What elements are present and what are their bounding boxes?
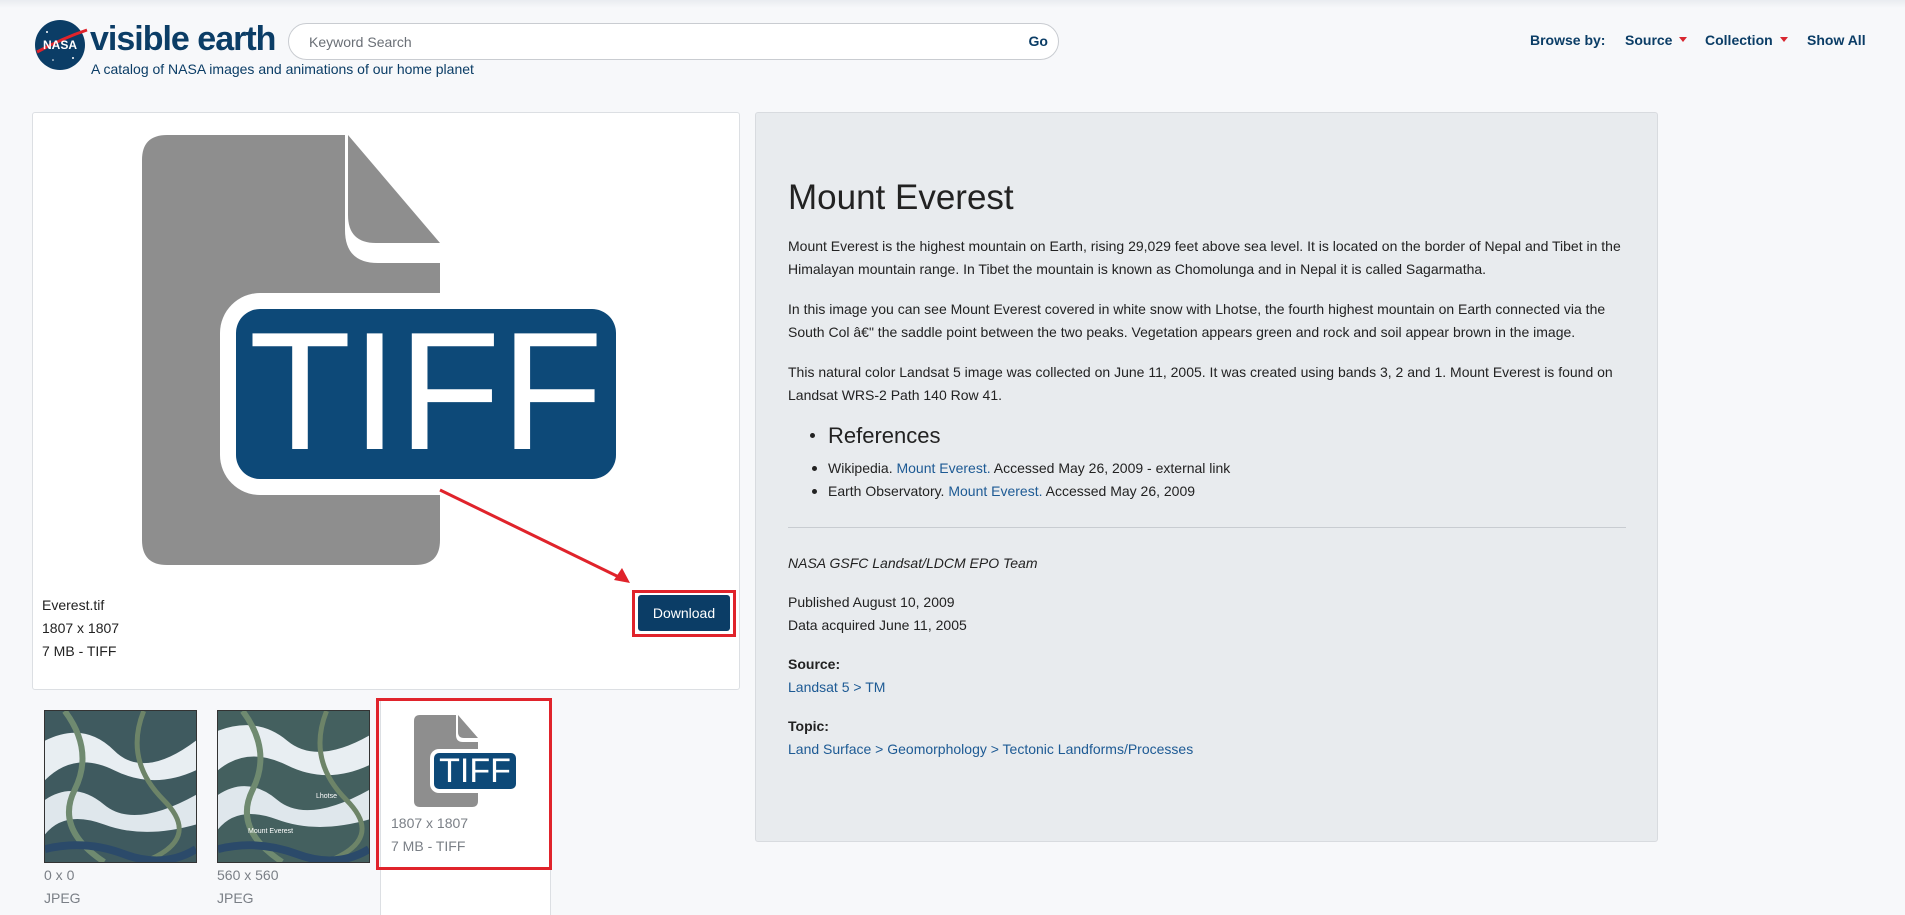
published-date: Published August 10, 2009 bbox=[788, 594, 955, 610]
nav-collection-dropdown[interactable]: Collection bbox=[1705, 32, 1788, 48]
thumbnail-image bbox=[45, 711, 196, 862]
file-dimensions: 1807 x 1807 bbox=[42, 620, 120, 636]
divider bbox=[788, 527, 1626, 528]
acquired-date: Data acquired June 11, 2005 bbox=[788, 617, 967, 633]
bullet-icon bbox=[810, 433, 815, 438]
thumbnail-caption: Mount Everest bbox=[248, 828, 294, 835]
thumbnail-type: JPEG bbox=[44, 890, 81, 906]
nav-show-all-link[interactable]: Show All bbox=[1807, 32, 1866, 48]
topic-label: Topic: bbox=[788, 718, 829, 734]
thumbnail-dimensions: 1807 x 1807 bbox=[391, 815, 469, 831]
browse-by-label: Browse by: bbox=[1530, 32, 1606, 48]
thumbnail-type: JPEG bbox=[217, 890, 254, 906]
reference-prefix: Earth Observatory. bbox=[828, 483, 949, 499]
source-link[interactable]: Landsat 5 > TM bbox=[788, 679, 885, 695]
description-paragraph: This natural color Landsat 5 image was c… bbox=[788, 364, 1613, 403]
top-shade bbox=[0, 0, 1905, 8]
file-size-type: 7 MB - TIFF bbox=[42, 643, 117, 659]
description-paragraph: Mount Everest is the highest mountain on… bbox=[788, 238, 1621, 277]
thumbnail-caption-secondary: Lhotse bbox=[316, 793, 338, 800]
reference-suffix: Accessed May 26, 2009 bbox=[1042, 483, 1196, 499]
file-name: Everest.tif bbox=[42, 597, 105, 613]
red-arrow-annotation bbox=[439, 488, 630, 583]
source-label: Source: bbox=[788, 656, 841, 672]
credit: NASA GSFC Landsat/LDCM EPO Team bbox=[788, 555, 1038, 571]
thumbnail-image bbox=[218, 711, 369, 862]
tiff-icon-text: TIFF bbox=[249, 297, 604, 485]
tagline: A catalog of NASA images and animations … bbox=[91, 61, 474, 77]
tiff-icon-text: TIFF bbox=[439, 752, 511, 790]
description-paragraph: In this image you can see Mount Everest … bbox=[788, 301, 1606, 340]
topic-link[interactable]: Land Surface > Geomorphology > Tectonic … bbox=[788, 741, 1193, 757]
nav-source-dropdown[interactable]: Source bbox=[1625, 32, 1688, 48]
caret-down-icon bbox=[1779, 37, 1788, 42]
logo-badge-text: NASA bbox=[43, 38, 77, 52]
page-title: Mount Everest bbox=[788, 178, 1014, 217]
tiff-file-icon: TIFF bbox=[414, 715, 520, 807]
search-box: Go bbox=[288, 23, 1059, 60]
search-go-button[interactable]: Go bbox=[1029, 33, 1048, 49]
caret-down-icon bbox=[1679, 37, 1688, 42]
reference-link[interactable]: Mount Everest. bbox=[948, 483, 1042, 499]
reference-suffix: Accessed May 26, 2009 - external link bbox=[990, 460, 1231, 476]
nasa-logo-icon[interactable]: NASA bbox=[33, 18, 88, 71]
reference-link[interactable]: Mount Everest. bbox=[896, 460, 990, 476]
nav-collection-label: Collection bbox=[1705, 32, 1773, 48]
thumbnail-dimensions: 0 x 0 bbox=[44, 867, 75, 883]
search-input[interactable] bbox=[309, 32, 989, 52]
info-panel bbox=[755, 112, 1658, 842]
nav-source-label: Source bbox=[1625, 32, 1673, 48]
thumbnail-jpeg-small[interactable] bbox=[44, 710, 197, 863]
thumbnail-jpeg-labeled[interactable] bbox=[217, 710, 370, 863]
references-heading: References bbox=[828, 423, 941, 448]
brand-name[interactable]: visible earth bbox=[90, 20, 276, 59]
download-button[interactable]: Download bbox=[638, 595, 730, 631]
reference-item: Earth Observatory. Mount Everest. Access… bbox=[811, 483, 1196, 499]
thumbnail-type: 7 MB - TIFF bbox=[391, 838, 466, 854]
thumbnail-dimensions: 560 x 560 bbox=[217, 867, 279, 883]
reference-item: Wikipedia. Mount Everest. Accessed May 2… bbox=[811, 460, 1231, 476]
reference-prefix: Wikipedia. bbox=[828, 460, 897, 476]
